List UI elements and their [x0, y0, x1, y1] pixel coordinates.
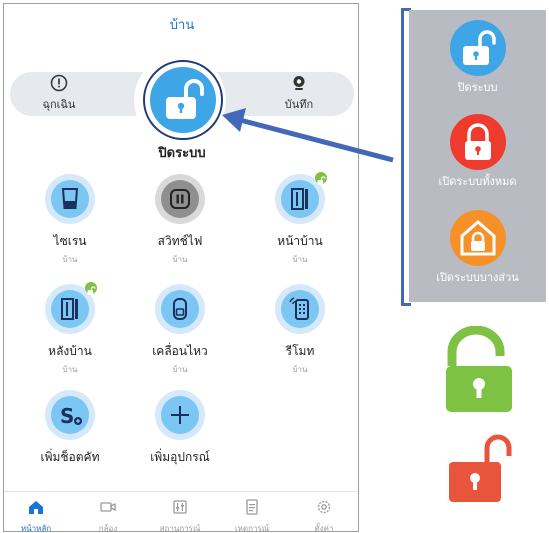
red-unlocked-padlock-icon	[449, 434, 512, 502]
door-sensor-icon	[291, 188, 308, 210]
legend-label: ปิดระบบ	[457, 81, 498, 94]
nav-settings[interactable]: ตั้งค่า	[292, 498, 356, 532]
device-light-switch[interactable]: สวิทช์ไฟ บ้าน	[130, 174, 230, 266]
lock-badge-icon	[315, 172, 327, 185]
nav-camera[interactable]: กล้อง	[76, 498, 140, 532]
device-room: บ้าน	[172, 255, 188, 264]
nav-label: ตั้งค่า	[314, 524, 334, 532]
unlock-icon	[166, 79, 204, 119]
emergency-label: ฉุกเฉิน	[42, 98, 76, 111]
emergency-button[interactable]: ฉุกเฉิน	[14, 74, 104, 113]
lock-badge-icon	[85, 282, 97, 295]
shortcut-icon: S	[60, 404, 82, 428]
device-name: เคลื่อนไหว	[152, 344, 208, 358]
nav-label: สถานการณ์	[159, 524, 201, 532]
home-icon	[4, 498, 68, 516]
page-title: บ้าน	[169, 18, 195, 33]
switch-icon	[170, 189, 190, 209]
system-status-label: ปิดระบบ	[158, 146, 206, 161]
nav-label: หน้าหลัก	[20, 524, 52, 532]
camera-icon	[76, 498, 140, 516]
record-label: บันทึก	[284, 98, 314, 111]
device-back-door[interactable]: หลังบ้าน บ้าน	[20, 282, 120, 376]
device-remote[interactable]: รีโมท บ้าน	[250, 284, 350, 376]
home-lock-icon	[460, 220, 495, 256]
bottom-nav: หน้าหลัก กล้อง สถานการณ์ เหตุการณ์ ตั้งค…	[4, 491, 358, 532]
add-device-button[interactable]: เพิ่มอุปกรณ์	[130, 390, 230, 467]
scene-icon	[148, 498, 212, 516]
alert-icon	[14, 74, 104, 92]
legend-label: เปิดระบบบางส่วน	[436, 271, 519, 284]
device-name: ไซเรน	[53, 234, 87, 248]
status-legend-panel: ปิดระบบ เปิดระบบทั้งหมด เปิดระบบบางส่วน	[409, 10, 546, 302]
device-siren[interactable]: ไซเรน บ้าน	[20, 174, 120, 266]
door-sensor-icon	[61, 298, 78, 320]
device-room: บ้าน	[62, 255, 78, 264]
add-device-label: เพิ่มอุปกรณ์	[150, 450, 210, 464]
device-name: รีโมท	[285, 344, 315, 358]
nav-events[interactable]: เหตุการณ์	[220, 498, 284, 532]
device-motion-sensor[interactable]: เคลื่อนไหว บ้าน	[130, 284, 230, 376]
event-log-icon	[220, 498, 284, 516]
device-room: บ้าน	[292, 365, 308, 374]
device-front-door[interactable]: หน้าบ้าน บ้าน	[250, 172, 350, 266]
lock-icon	[464, 123, 491, 160]
remote-icon	[289, 297, 309, 320]
device-room: บ้าน	[172, 365, 188, 374]
legend-disarmed: ปิดระบบ	[409, 20, 546, 96]
settings-icon	[292, 498, 356, 516]
motion-sensor-icon	[173, 298, 187, 320]
disarm-button[interactable]	[143, 60, 223, 140]
add-shortcut-button[interactable]: S เพิ่มช็อตคัท	[20, 390, 120, 467]
svg-text:S: S	[60, 404, 74, 428]
legend-armed-all: เปิดระบบทั้งหมด	[409, 114, 546, 190]
siren-icon	[61, 188, 79, 209]
unlock-icon	[462, 30, 496, 65]
device-name: หลังบ้าน	[48, 344, 92, 358]
nav-scene[interactable]: สถานการณ์	[148, 498, 212, 532]
nav-label: เหตุการณ์	[234, 524, 270, 532]
device-name: หน้าบ้าน	[277, 234, 323, 248]
record-button[interactable]: บันทึก	[254, 74, 344, 113]
app-screen: บ้าน ฉุกเฉิน บันทึก ปิดระบบ ไซเรน บ้าน ส…	[3, 3, 359, 532]
add-shortcut-label: เพิ่มช็อตคัท	[40, 450, 100, 464]
device-room: บ้าน	[62, 365, 78, 374]
camera-icon	[254, 74, 344, 92]
legend-label: เปิดระบบทั้งหมด	[438, 175, 517, 188]
device-name: สวิทช์ไฟ	[157, 234, 203, 248]
legend-armed-partial: เปิดระบบบางส่วน	[409, 210, 546, 286]
device-room: บ้าน	[292, 255, 308, 264]
plus-icon	[171, 406, 189, 424]
green-unlocked-padlock-icon	[446, 326, 512, 412]
nav-home[interactable]: หน้าหลัก	[4, 498, 68, 532]
nav-label: กล้อง	[98, 524, 118, 532]
